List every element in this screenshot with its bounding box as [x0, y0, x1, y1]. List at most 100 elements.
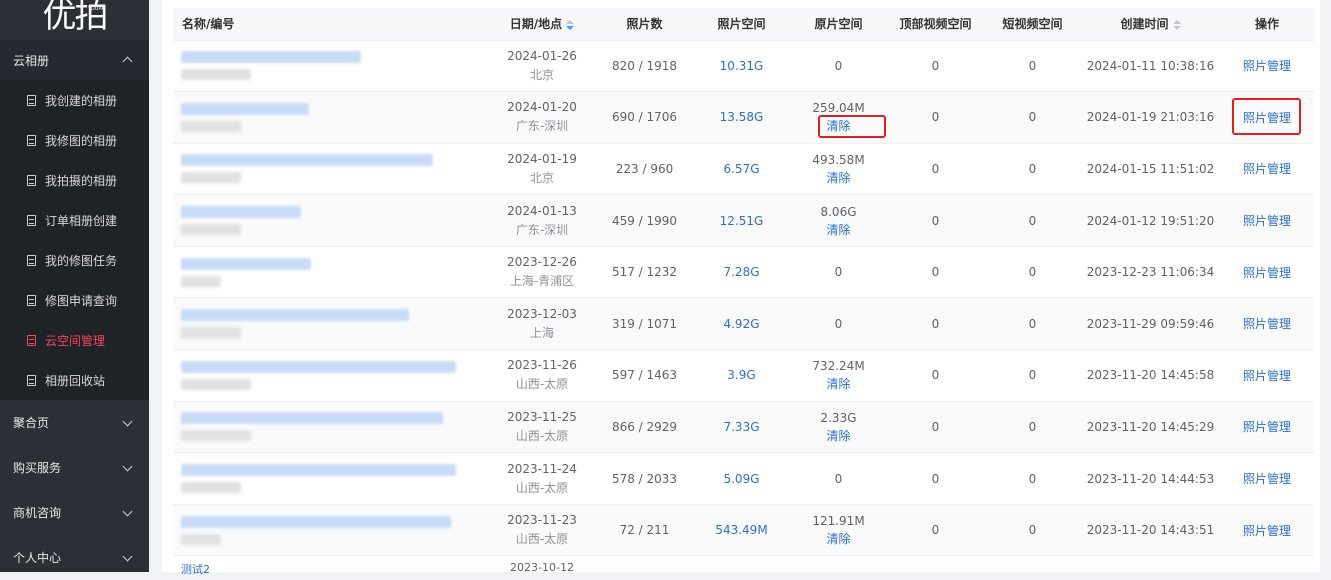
partial-row-name[interactable]: 测试2	[173, 561, 488, 575]
original-space-cell: 493.58M 清除	[790, 143, 887, 196]
table-header-row: 名称/编号 日期/地点 照片数 照片空间 原片空间 顶部视频空间 短视频空间 创…	[173, 8, 1314, 41]
short-video-space-cell: 0	[984, 194, 1081, 247]
original-space-cell: 0	[790, 40, 887, 93]
short-video-space-cell: 0	[984, 452, 1081, 505]
sidebar-group-label: 聚合页	[13, 416, 50, 430]
document-icon	[27, 374, 36, 386]
photo-management-link[interactable]: 照片管理	[1243, 162, 1291, 176]
photo-count-cell: 459 / 1990	[596, 194, 693, 247]
sidebar-group-cloud-album[interactable]: 云相册	[0, 40, 149, 80]
album-name-cell[interactable]	[173, 504, 488, 557]
logo: 优拍 YOUPAI	[0, 0, 149, 40]
original-space-value: 0	[834, 316, 843, 331]
photo-space-cell[interactable]: 10.31G	[693, 40, 790, 93]
clear-original-button[interactable]: 清除	[826, 169, 850, 187]
sidebar-item-my-shot-albums[interactable]: 我拍摄的相册	[0, 160, 149, 200]
redacted-name	[181, 464, 456, 477]
photo-space-cell[interactable]: 7.28G	[693, 246, 790, 299]
sidebar-group-purchase[interactable]: 购买服务	[0, 445, 149, 490]
album-name-cell[interactable]	[173, 349, 488, 402]
clear-original-button[interactable]: 清除	[826, 427, 850, 445]
sidebar-group-business[interactable]: 商机咨询	[0, 490, 149, 535]
album-name-cell[interactable]	[173, 401, 488, 454]
clear-original-button[interactable]: 清除	[826, 117, 850, 135]
clear-original-button[interactable]: 清除	[826, 375, 850, 393]
top-video-space-cell: 0	[887, 349, 984, 402]
photo-management-link[interactable]: 照片管理	[1243, 524, 1291, 538]
album-name-cell[interactable]	[173, 143, 488, 196]
redacted-name	[181, 154, 433, 167]
created-time-cell: 2023-11-20 14:45:58	[1081, 349, 1220, 402]
col-header-original-space: 原片空间	[790, 8, 887, 41]
redacted-id	[181, 172, 241, 184]
album-location: 上海	[529, 325, 554, 340]
photo-management-link[interactable]: 照片管理	[1243, 266, 1291, 280]
album-name-cell[interactable]	[173, 40, 488, 93]
photo-management-link[interactable]: 照片管理	[1243, 111, 1291, 125]
col-header-actions: 操作	[1220, 8, 1314, 41]
photo-space-cell[interactable]: 7.33G	[693, 401, 790, 454]
photo-management-link[interactable]: 照片管理	[1243, 317, 1291, 331]
actions-cell: 照片管理	[1220, 349, 1314, 402]
chevron-down-icon	[122, 461, 133, 471]
redacted-id	[181, 378, 251, 390]
col-header-created-time[interactable]: 创建时间	[1081, 8, 1220, 41]
date-location-cell: 2024-01-19 北京	[488, 143, 596, 196]
sidebar-group-label: 商机咨询	[13, 506, 62, 520]
photo-space-cell[interactable]: 13.58G	[693, 91, 790, 144]
photo-space-cell[interactable]: 4.92G	[693, 297, 790, 351]
sidebar-item-album-recycle-bin[interactable]: 相册回收站	[0, 360, 149, 400]
sort-icon[interactable]	[1172, 19, 1181, 30]
sidebar-item-my-retouched-albums[interactable]: 我修图的相册	[0, 120, 149, 160]
original-space-value: 493.58M	[812, 152, 865, 167]
sidebar-item-retouch-request-query[interactable]: 修图申请查询	[0, 280, 149, 320]
created-time-cell: 2024-01-12 19:51:20	[1081, 194, 1220, 247]
photo-management-link[interactable]: 照片管理	[1243, 472, 1291, 486]
date-location-cell: 2023-11-24 山西-太原	[488, 452, 596, 505]
sidebar-item-cloud-space-management[interactable]: 云空间管理	[0, 320, 149, 360]
top-video-space-cell: 0	[887, 143, 984, 196]
original-space-cell: 0	[790, 246, 887, 299]
sidebar-item-my-retouch-tasks[interactable]: 我的修图任务	[0, 240, 149, 280]
photo-management-link[interactable]: 照片管理	[1243, 59, 1291, 73]
sidebar-group-aggregate[interactable]: 聚合页	[0, 400, 149, 445]
photo-space-cell[interactable]: 3.9G	[693, 349, 790, 402]
top-video-space-cell: 0	[887, 297, 984, 351]
album-name-cell[interactable]	[173, 246, 488, 299]
album-location: 上海-青浦区	[509, 274, 575, 289]
photo-space-cell[interactable]: 5.09G	[693, 452, 790, 505]
main-content: 名称/编号 日期/地点 照片数 照片空间 原片空间 顶部视频空间 短视频空间 创…	[149, 0, 1331, 575]
col-header-short-video-space: 短视频空间	[984, 8, 1081, 41]
sort-icon[interactable]	[566, 19, 575, 30]
table-card: 名称/编号 日期/地点 照片数 照片空间 原片空间 顶部视频空间 短视频空间 创…	[162, 0, 1320, 575]
photo-management-link[interactable]: 照片管理	[1243, 420, 1291, 434]
redacted-name	[181, 360, 456, 373]
album-name-cell[interactable]	[173, 194, 488, 247]
album-name-cell[interactable]	[173, 91, 488, 144]
sidebar: 优拍 YOUPAI 云相册 我创建的相册 我修图的相册 我拍摄的相册 订单相册创建 我的…	[0, 0, 149, 572]
album-date: 2024-01-26	[507, 48, 577, 63]
document-icon	[27, 134, 36, 146]
album-name-cell[interactable]	[173, 297, 488, 351]
photo-count-cell: 223 / 960	[596, 143, 693, 196]
clear-original-button[interactable]: 清除	[826, 530, 850, 548]
document-icon	[27, 254, 36, 266]
sidebar-item-order-album-create[interactable]: 订单相册创建	[0, 200, 149, 240]
photo-space-cell[interactable]: 6.57G	[693, 143, 790, 196]
photo-management-link[interactable]: 照片管理	[1243, 214, 1291, 228]
sidebar-item-my-created-albums[interactable]: 我创建的相册	[0, 80, 149, 120]
clear-original-button[interactable]: 清除	[826, 221, 850, 239]
sidebar-group-profile[interactable]: 个人中心	[0, 535, 149, 580]
date-location-cell: 2024-01-13 广东-深圳	[488, 194, 596, 247]
album-name-cell[interactable]	[173, 452, 488, 505]
col-header-date[interactable]: 日期/地点	[488, 8, 596, 41]
photo-space-cell[interactable]: 12.51G	[693, 194, 790, 247]
top-video-space-cell: 0	[887, 91, 984, 144]
document-icon	[27, 334, 36, 346]
created-time-cell: 2023-12-23 11:06:34	[1081, 246, 1220, 299]
photo-management-link[interactable]: 照片管理	[1243, 369, 1291, 383]
top-video-space-cell: 0	[887, 504, 984, 557]
photo-space-cell[interactable]: 543.49M	[693, 504, 790, 557]
short-video-space-cell: 0	[984, 246, 1081, 299]
col-header-top-video-space: 顶部视频空间	[887, 8, 984, 41]
